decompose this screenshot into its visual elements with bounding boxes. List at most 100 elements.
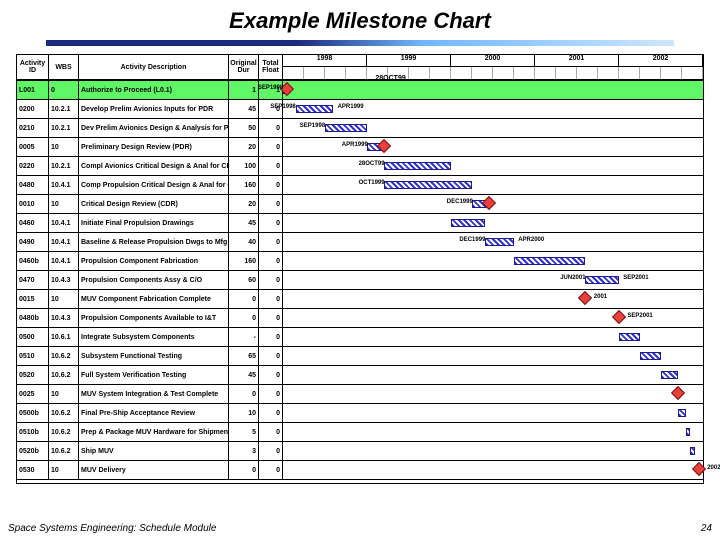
cell-wbs: 10.6.2 — [49, 404, 79, 422]
gantt-cell: SEP199828OCT99 — [283, 81, 703, 99]
cell-wbs: 10.4.1 — [49, 252, 79, 270]
gantt-cell — [283, 252, 703, 270]
date-label: DEC1999 — [459, 237, 485, 243]
cell-desc: Subsystem Functional Testing — [79, 347, 229, 365]
col-activity-id: Activity ID — [17, 55, 49, 79]
quarter-tick — [304, 67, 325, 79]
gantt-bar — [690, 447, 694, 455]
milestone-chart: Activity ID WBS Activity Description Ori… — [16, 54, 704, 484]
cell-id: 0015 — [17, 290, 49, 308]
milestone-icon — [692, 462, 706, 476]
quarter-tick — [409, 67, 430, 79]
cell-dur: 5 — [229, 423, 259, 441]
cell-float: 0 — [259, 252, 283, 270]
cell-desc: Ship MUV — [79, 442, 229, 460]
cell-float: 0 — [259, 328, 283, 346]
quarter-tick — [619, 67, 640, 79]
cell-dur: 160 — [229, 252, 259, 270]
gantt-cell — [283, 214, 703, 232]
year-label: 1998 — [283, 55, 367, 67]
cell-id: 0010 — [17, 195, 49, 213]
cell-wbs: 10.4.3 — [49, 271, 79, 289]
quarter-tick — [283, 67, 304, 79]
cell-wbs: 10.6.2 — [49, 366, 79, 384]
col-dur: Original Dur — [229, 55, 259, 79]
cell-desc: Prep & Package MUV Hardware for Shipment — [79, 423, 229, 441]
gantt-cell: JUN2001SEP2001 — [283, 271, 703, 289]
cell-dur: 65 — [229, 347, 259, 365]
cell-float: 0 — [259, 385, 283, 403]
cell-wbs: 10.2.1 — [49, 119, 79, 137]
cell-dur: 160 — [229, 176, 259, 194]
date-label: 2002 — [707, 465, 720, 471]
table-row: 000510Preliminary Design Review (PDR)200… — [17, 138, 703, 157]
table-row: 051010.6.2Subsystem Functional Testing65… — [17, 347, 703, 366]
gantt-bar — [451, 219, 485, 227]
table-row: 020010.2.1Develop Prelim Avionics Inputs… — [17, 100, 703, 119]
quarter-tick — [682, 67, 703, 79]
cell-wbs: 10.2.1 — [49, 100, 79, 118]
gantt-bar — [661, 371, 678, 379]
cell-dur: 100 — [229, 157, 259, 175]
quarter-tick — [472, 67, 493, 79]
year-label: 2000 — [451, 55, 535, 67]
cell-dur: - — [229, 328, 259, 346]
cell-float: 0 — [259, 233, 283, 251]
date-label: SEP2001 — [627, 313, 652, 319]
chart-header: Activity ID WBS Activity Description Ori… — [17, 55, 703, 81]
cell-id: 0490 — [17, 233, 49, 251]
gantt-cell — [283, 442, 703, 460]
table-row: 001510MUV Component Fabrication Complete… — [17, 290, 703, 309]
col-wbs: WBS — [49, 55, 79, 79]
table-row: 0460b10.4.1Propulsion Component Fabricat… — [17, 252, 703, 271]
quarter-tick — [430, 67, 451, 79]
cell-dur: 0 — [229, 290, 259, 308]
table-row: 022010.2.1Compl Avionics Critical Design… — [17, 157, 703, 176]
date-label: OCT1999 — [359, 180, 385, 186]
gantt-bar — [686, 428, 690, 436]
cell-wbs: 10.6.2 — [49, 423, 79, 441]
date-label: DEC1999 — [447, 199, 473, 205]
cell-wbs: 0 — [49, 81, 79, 99]
cell-wbs: 10 — [49, 461, 79, 479]
cell-float: 0 — [259, 176, 283, 194]
cell-id: 0480b — [17, 309, 49, 327]
cell-dur: 45 — [229, 366, 259, 384]
table-row: 0500b10.6.2Final Pre-Ship Acceptance Rev… — [17, 404, 703, 423]
table-row: 001010Critical Design Review (CDR)200DEC… — [17, 195, 703, 214]
quarter-tick — [493, 67, 514, 79]
cell-wbs: 10.2.1 — [49, 157, 79, 175]
cell-float: 0 — [259, 157, 283, 175]
date-label: SEP2001 — [623, 275, 648, 281]
gantt-bar — [678, 409, 686, 417]
cell-dur: 60 — [229, 271, 259, 289]
gantt-cell: SEP2001 — [283, 309, 703, 327]
table-row: L0010Authorize to Proceed (L0.1)11SEP199… — [17, 81, 703, 100]
tick-row — [283, 67, 703, 79]
cell-dur: 45 — [229, 214, 259, 232]
cell-dur: 1 — [229, 81, 259, 99]
year-label: 2002 — [619, 55, 703, 67]
gantt-cell: DEC1999 — [283, 195, 703, 213]
quarter-tick — [346, 67, 367, 79]
cell-desc: Final Pre-Ship Acceptance Review — [79, 404, 229, 422]
gantt-cell — [283, 385, 703, 403]
cell-desc: Critical Design Review (CDR) — [79, 195, 229, 213]
gantt-bar — [640, 352, 661, 360]
gantt-bar — [384, 181, 472, 189]
cell-dur: 3 — [229, 442, 259, 460]
cell-float: 0 — [259, 214, 283, 232]
gantt-cell — [283, 404, 703, 422]
quarter-tick — [577, 67, 598, 79]
gantt-cell — [283, 328, 703, 346]
gantt-cell: SEP1998 — [283, 119, 703, 137]
table-row: 046010.4.1Initiate Final Propulsion Draw… — [17, 214, 703, 233]
cell-float: 0 — [259, 404, 283, 422]
cell-id: 0460b — [17, 252, 49, 270]
cell-dur: 0 — [229, 309, 259, 327]
cell-float: 0 — [259, 423, 283, 441]
gantt-bar — [619, 333, 640, 341]
gantt-cell: OCT1999 — [283, 176, 703, 194]
quarter-tick — [640, 67, 661, 79]
cell-wbs: 10.4.3 — [49, 309, 79, 327]
